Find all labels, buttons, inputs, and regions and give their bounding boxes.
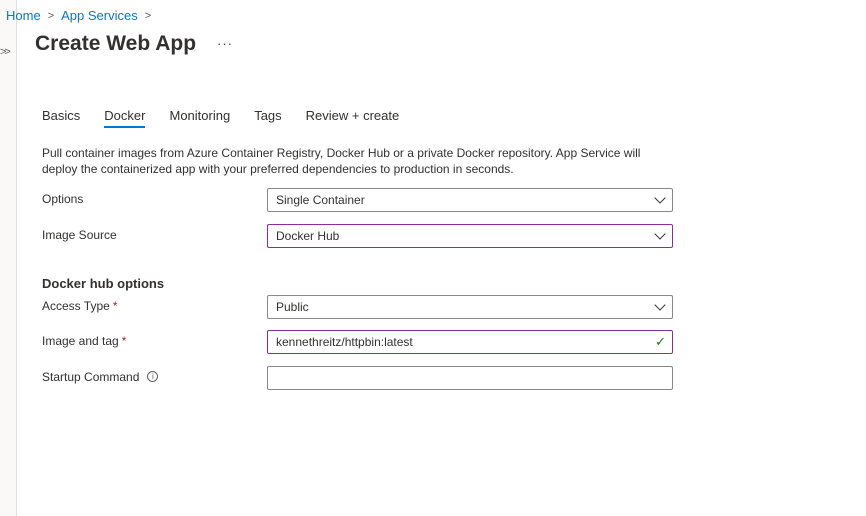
- docker-hub-options-heading: Docker hub options: [42, 276, 165, 291]
- chevron-right-icon: >: [144, 9, 152, 22]
- breadcrumb-app-services[interactable]: App Services: [61, 8, 138, 23]
- options-value: Single Container: [276, 193, 365, 207]
- startup-command-label: Startup Command i: [42, 370, 159, 384]
- tab-docker[interactable]: Docker: [104, 108, 146, 128]
- left-rail: >>: [0, 0, 17, 516]
- access-type-label: Access Type *: [42, 299, 117, 313]
- image-source-dropdown[interactable]: Docker Hub: [267, 224, 673, 248]
- options-label: Options: [42, 192, 84, 206]
- image-tag-label-text: Image and tag: [42, 334, 119, 348]
- image-tag-input[interactable]: kennethreitz/httpbin:latest ✓: [267, 330, 673, 354]
- options-row: Options Single Container: [42, 188, 673, 212]
- chevron-down-icon: [654, 228, 666, 240]
- tab-monitoring[interactable]: Monitoring: [169, 108, 230, 128]
- access-type-row: Access Type * Public: [42, 295, 673, 319]
- tab-tags[interactable]: Tags: [254, 108, 281, 128]
- access-type-value: Public: [276, 300, 309, 314]
- image-tag-row: Image and tag * kennethreitz/httpbin:late…: [42, 330, 673, 354]
- image-tag-value: kennethreitz/httpbin:latest: [276, 335, 413, 349]
- image-tag-label: Image and tag *: [42, 334, 126, 348]
- double-chevron-right-icon[interactable]: >>: [0, 46, 11, 58]
- docker-description: Pull container images from Azure Contain…: [42, 146, 641, 176]
- required-marker: *: [112, 299, 118, 313]
- startup-command-label-text: Startup Command: [42, 370, 140, 384]
- tab-bar: Basics Docker Monitoring Tags Review + c…: [42, 108, 423, 128]
- image-source-row: Image Source Docker Hub: [42, 224, 673, 248]
- chevron-right-icon: >: [47, 9, 55, 22]
- breadcrumb-home[interactable]: Home: [6, 8, 41, 23]
- image-source-label: Image Source: [42, 228, 117, 242]
- more-horizontal-icon[interactable]: ···: [217, 36, 233, 51]
- chevron-down-icon: [654, 192, 666, 204]
- tab-review-create[interactable]: Review + create: [306, 108, 400, 128]
- checkmark-icon: ✓: [655, 334, 666, 349]
- breadcrumb: Home > App Services >: [6, 8, 158, 23]
- startup-command-input[interactable]: [267, 366, 673, 390]
- tab-basics[interactable]: Basics: [42, 108, 80, 128]
- access-type-dropdown[interactable]: Public: [267, 295, 673, 319]
- info-icon[interactable]: i: [147, 371, 159, 383]
- page-title: Create Web App: [35, 32, 197, 55]
- chevron-down-icon: [654, 299, 666, 311]
- options-dropdown[interactable]: Single Container: [267, 188, 673, 212]
- startup-command-row: Startup Command i: [42, 366, 673, 390]
- access-type-label-text: Access Type: [42, 299, 110, 313]
- image-source-value: Docker Hub: [276, 229, 340, 243]
- required-marker: *: [121, 334, 127, 348]
